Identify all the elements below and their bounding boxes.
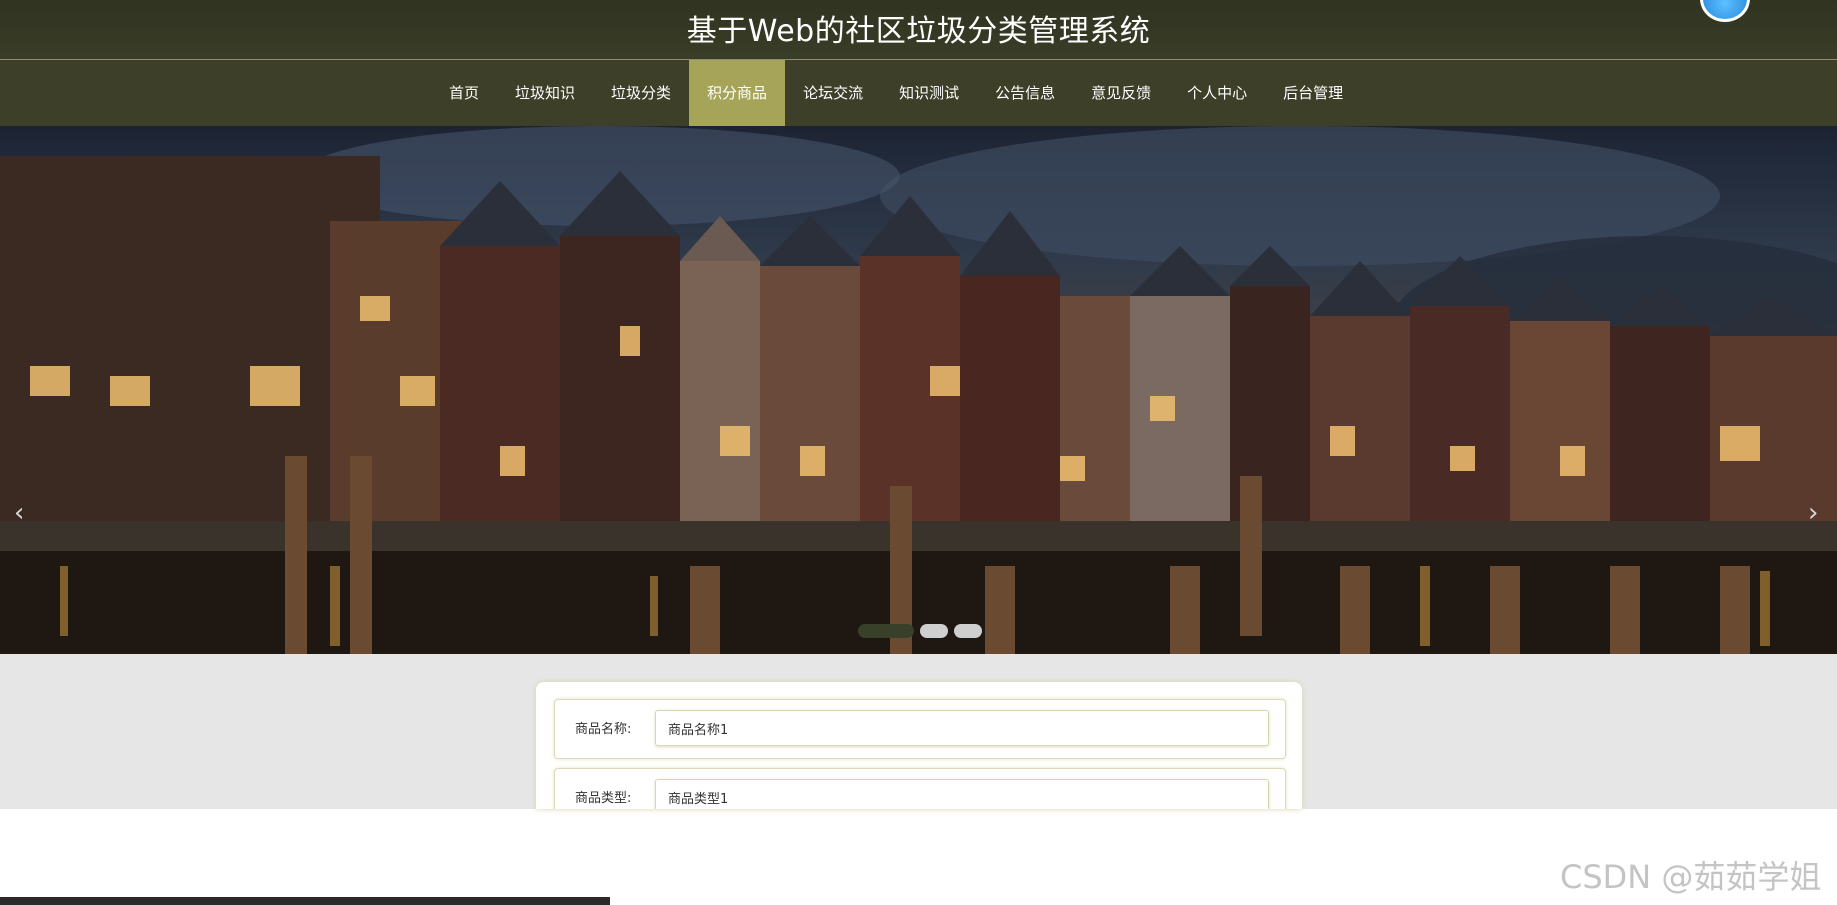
carousel-dot-3[interactable] (954, 624, 982, 638)
carousel-dot-2[interactable] (920, 624, 948, 638)
product-name-label: 商品名称: (575, 722, 632, 737)
nav-item-forum[interactable]: 论坛交流 (785, 60, 881, 126)
nav-item-feedback[interactable]: 意见反馈 (1073, 60, 1169, 126)
carousel-dot-1[interactable] (858, 624, 914, 638)
nav-item-garbage-knowledge[interactable]: 垃圾知识 (497, 60, 593, 126)
nav-item-home[interactable]: 首页 (431, 60, 497, 126)
taskbar-strip (0, 897, 610, 905)
form-row-product-name: 商品名称: (554, 699, 1286, 759)
nav-item-garbage-classification[interactable]: 垃圾分类 (593, 60, 689, 126)
nav-item-announcements[interactable]: 公告信息 (977, 60, 1073, 126)
product-detail-form: 商品名称: 商品类型: (536, 682, 1302, 809)
carousel-indicators (858, 624, 982, 638)
banner-carousel: ‹ › (0, 126, 1837, 654)
product-type-label: 商品类型: (575, 791, 632, 806)
banner-image-canal-houses (0, 126, 1837, 654)
site-title: 基于Web的社区垃圾分类管理系统 (686, 14, 1151, 49)
csdn-watermark: CSDN @茹茹学姐 (1560, 858, 1822, 896)
form-row-product-type: 商品类型: (554, 768, 1286, 809)
main-nav: 首页 垃圾知识 垃圾分类 积分商品 论坛交流 知识测试 公告信息 意见反馈 个人… (0, 60, 1837, 126)
nav-item-personal-center[interactable]: 个人中心 (1169, 60, 1265, 126)
nav-item-knowledge-test[interactable]: 知识测试 (881, 60, 977, 126)
carousel-next-arrow-icon[interactable]: › (1808, 498, 1818, 528)
product-name-input[interactable] (655, 710, 1269, 746)
product-type-input[interactable] (655, 779, 1269, 809)
carousel-prev-arrow-icon[interactable]: ‹ (14, 498, 24, 528)
site-header: 基于Web的社区垃圾分类管理系统 (0, 0, 1837, 60)
nav-item-admin[interactable]: 后台管理 (1265, 60, 1361, 126)
nav-item-points-goods[interactable]: 积分商品 (689, 60, 786, 126)
